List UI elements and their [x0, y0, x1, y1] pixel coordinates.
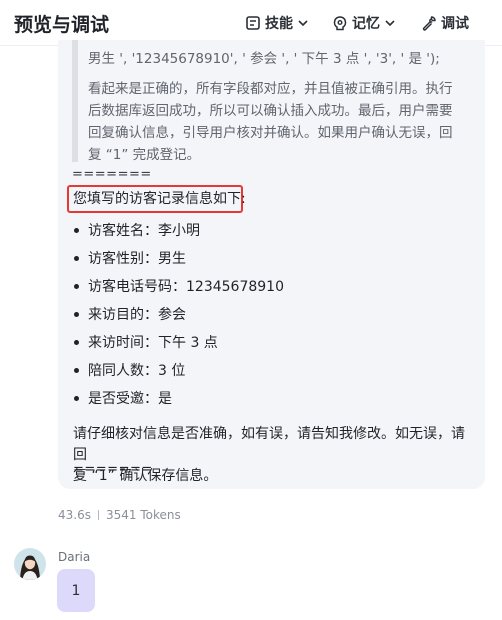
response-meta: 43.6s 3541 Tokens: [58, 508, 181, 522]
memory-icon: [332, 15, 348, 31]
wrench-icon: [421, 15, 437, 31]
confirm-paragraph: 请仔细核对信息是否准确，如有误，请告知我修改。如无误，请回 复 “1” 确认保存…: [73, 424, 473, 487]
avatar: [14, 548, 46, 580]
response-duration: 43.6s: [58, 508, 91, 522]
meta-divider: [97, 510, 99, 520]
token-count: 3541 Tokens: [105, 508, 181, 522]
list-item: 访客电话号码：12345678910: [88, 279, 284, 295]
list-item: 来访时间：下午 3 点: [88, 335, 218, 351]
bullet-dot: [74, 256, 79, 261]
separator-top: =======: [72, 167, 152, 182]
list-item: 访客姓名：李小明: [88, 223, 200, 239]
list-item: 陪同人数：3 位: [88, 363, 186, 379]
bullet-dot: [74, 284, 79, 289]
chevron-down-icon: [384, 17, 396, 29]
reasoning-line: 回复确认信息，引导用户核对并确认。如果用户确认无误，回: [88, 125, 453, 141]
debug-label: 调试: [441, 16, 469, 32]
bullet-dot: [74, 396, 79, 401]
reasoning-line: 复 “1” 完成登记。: [88, 147, 201, 163]
page-title: 预览与调试: [14, 14, 110, 36]
bullet-dot: [74, 368, 79, 373]
skills-dropdown[interactable]: 技能: [245, 13, 309, 33]
debug-button[interactable]: 调试: [421, 13, 469, 33]
list-item: 是否受邀：是: [88, 391, 172, 407]
skills-label: 技能: [265, 16, 293, 32]
chevron-down-icon: [297, 17, 309, 29]
bullet-dot: [74, 340, 79, 345]
reasoning-line: 看起来是正确的，所有字段都对应，并且值被正确引用。执行: [88, 81, 453, 97]
bullet-dot: [74, 312, 79, 317]
confirm-line: 请仔细核对信息是否准确，如有误，请告知我修改。如无误，请回: [73, 426, 465, 463]
list-item: 来访目的：参会: [88, 307, 186, 323]
user-name: Daria: [58, 550, 91, 564]
reasoning-sql-line: 男生 ', '12345678910', ' 参会 ', ' 下午 3 点 ',…: [88, 51, 440, 67]
bullet-dot: [74, 228, 79, 233]
user-message-bubble: 1: [57, 569, 95, 612]
memory-label: 记忆: [352, 16, 380, 32]
skills-icon: [245, 15, 261, 31]
separator-bottom: =======: [73, 462, 153, 477]
record-heading: 您填写的访客记录信息如下:: [73, 191, 246, 207]
reasoning-quote-bar: [72, 40, 78, 162]
memory-dropdown[interactable]: 记忆: [332, 13, 396, 33]
list-item: 访客性别：男生: [88, 251, 186, 267]
reasoning-line: 后数据库返回成功，所以可以确认插入成功。最后，用户需要: [88, 103, 453, 119]
